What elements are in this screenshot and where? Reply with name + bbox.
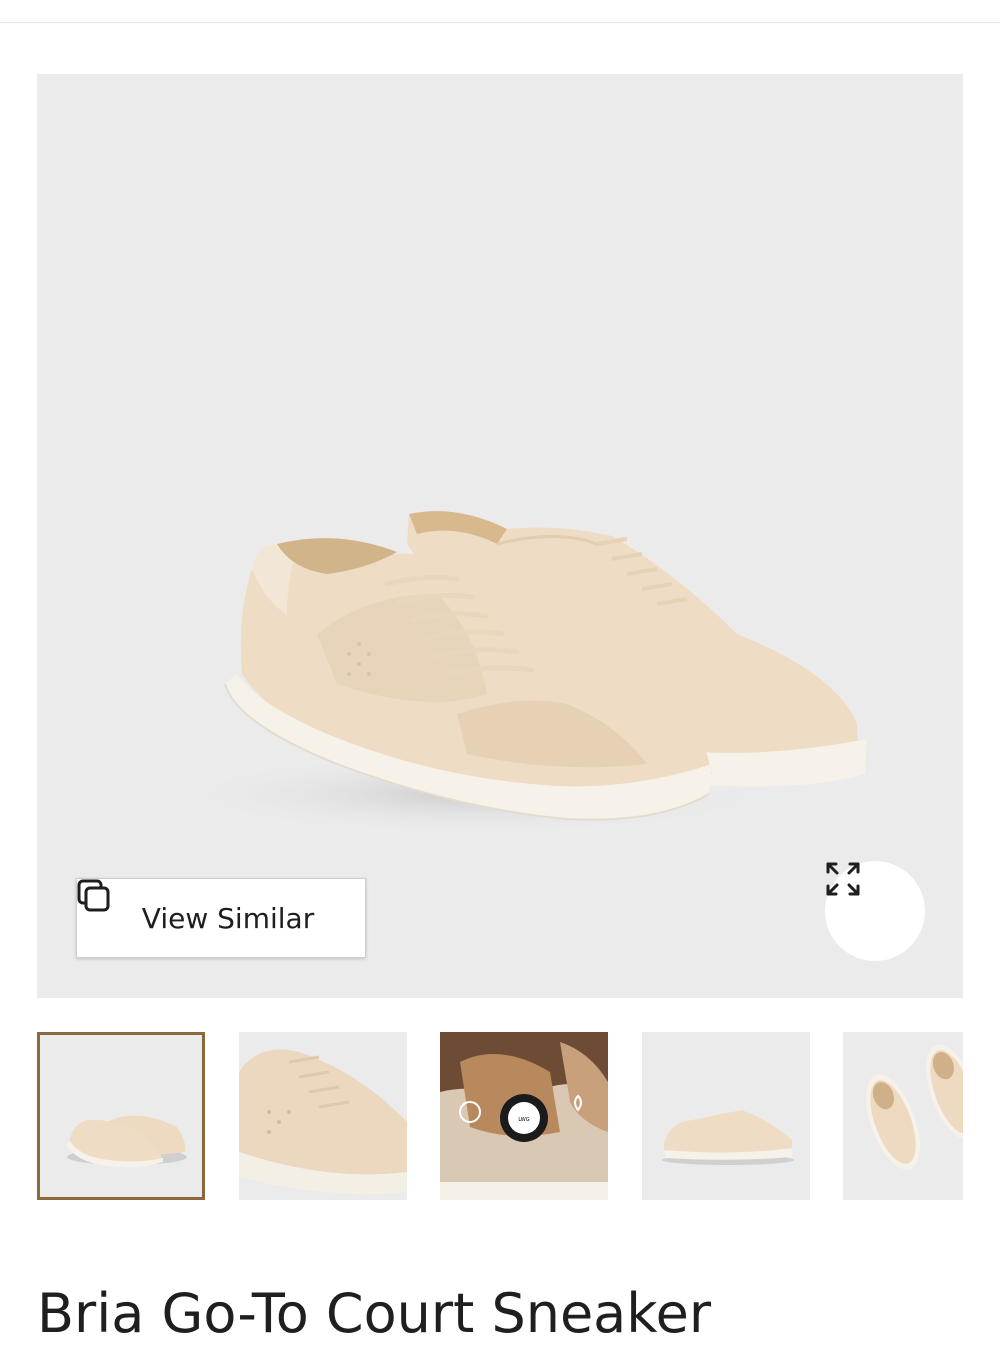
view-similar-button[interactable]: View Similar — [76, 878, 366, 958]
thumbnail-4[interactable] — [642, 1032, 810, 1200]
view-similar-label: View Similar — [141, 901, 315, 935]
thumbnail-2[interactable] — [239, 1032, 407, 1200]
thumbnail-shoe-pair-image — [40, 1035, 202, 1197]
thumbnail-3-video[interactable]: LWG — [440, 1032, 608, 1200]
thumbnail-leather-working-group-image: LWG — [440, 1032, 608, 1200]
header-divider — [0, 22, 1000, 23]
thumbnail-1[interactable] — [37, 1032, 205, 1200]
sneaker-pair-illustration — [177, 511, 887, 834]
expand-image-button[interactable] — [825, 861, 925, 961]
product-main-image[interactable]: View Similar — [37, 74, 963, 998]
svg-text:LWG: LWG — [518, 1117, 529, 1123]
thumbnail-shoe-top-image — [843, 1032, 963, 1200]
thumbnail-strip: LWG — [37, 1032, 963, 1200]
product-title: Bria Go-To Court Sneaker — [37, 1282, 712, 1345]
thumbnail-shoe-closeup-image — [239, 1032, 407, 1200]
thumbnail-5[interactable] — [843, 1032, 963, 1200]
thumbnail-shoe-side-image — [642, 1032, 810, 1200]
